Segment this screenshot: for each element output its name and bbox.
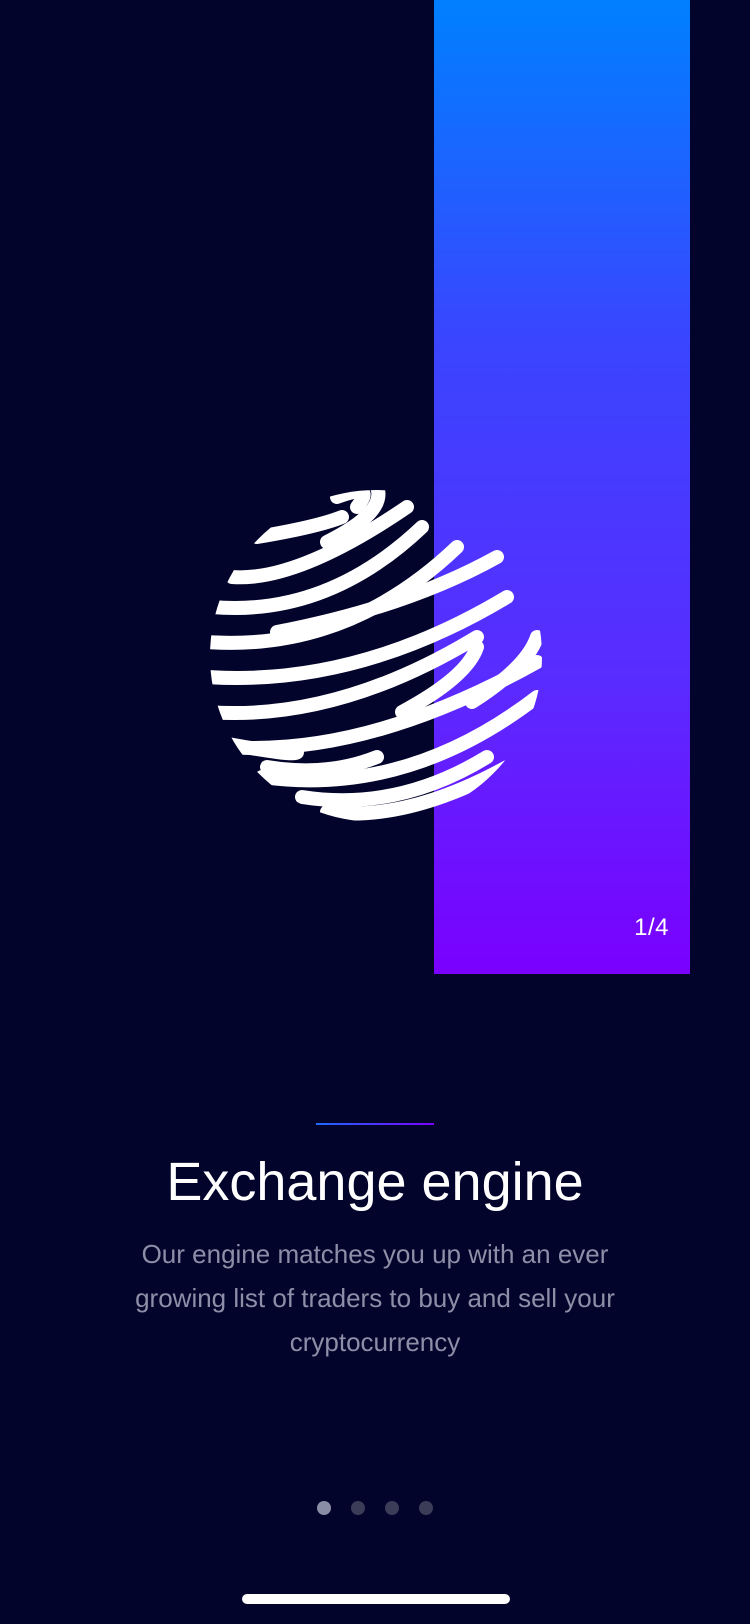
pagination-dot-3[interactable] [385,1501,399,1515]
title-accent-line [316,1123,434,1125]
page-title: Exchange engine [166,1152,584,1212]
pagination-dot-1[interactable] [317,1501,331,1515]
page-description: Our engine matches you up with an ever g… [135,1239,615,1357]
striped-globe-icon [207,487,545,825]
page-counter: 1/4 [634,914,669,941]
pagination-dots [0,1501,750,1515]
pagination-dot-4[interactable] [419,1501,433,1515]
pagination-dot-2[interactable] [351,1501,365,1515]
home-indicator[interactable] [242,1594,510,1604]
onboarding-screen: 1/4 Exchange engine Our engine matches y… [0,0,750,1624]
